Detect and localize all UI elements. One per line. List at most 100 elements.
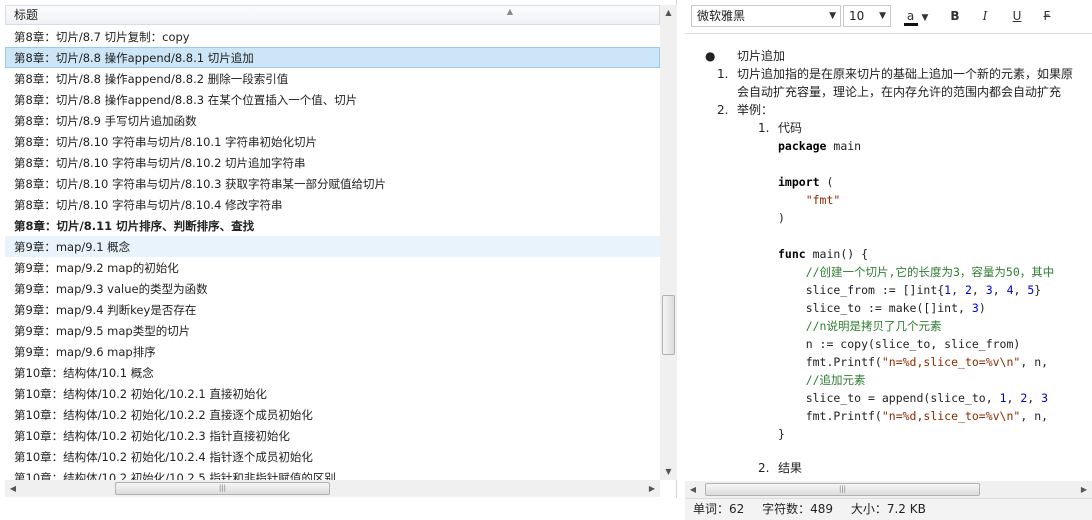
code-line: fmt.Printf("n=%d,slice_to=%v\n", n, <box>778 353 1048 371</box>
code-line: "fmt" <box>778 191 841 209</box>
paragraph-line: 会自动扩充容量，理论上，在内存允许的范围内都会自动扩充 <box>737 85 1062 99</box>
list-item[interactable]: 第10章：结构体/10.1 概念 <box>5 362 660 383</box>
outline-list: 第8章：切片/8.7 切片复制：copy 第8章：切片/8.8 操作append/… <box>5 26 660 480</box>
code-token: 3 <box>971 301 979 315</box>
list-item[interactable]: 第10章：结构体/10.2 初始化/10.2.3 指针直接初始化 <box>5 425 660 446</box>
format-toolbar: 微软雅黑 ▼ 10 ▼ a ▼ B I U F <box>685 0 1092 34</box>
list-item[interactable]: 第9章：map/9.5 map类型的切片 <box>5 320 660 341</box>
code-token: , <box>1027 391 1042 405</box>
file-size: 大小：7.2 KB <box>850 502 926 516</box>
title-column-header[interactable]: 标题 ▲ <box>5 5 660 25</box>
code-token: slice_to := make([]int, <box>778 301 972 315</box>
list-item[interactable]: 第8章：切片/8.8 操作append/8.8.1 切片追加 <box>5 47 660 68</box>
code-token: , <box>1013 283 1028 297</box>
bullet-icon: ● <box>705 49 716 63</box>
list-item-label: 代码 <box>778 121 803 135</box>
scroll-right-arrow-icon[interactable]: ▶ <box>644 480 660 497</box>
bullet-title: 切片追加 <box>737 49 786 63</box>
column-header-label: 标题 <box>14 8 39 22</box>
code-token: "n=%d,slice_to=%v\n" <box>881 409 1021 423</box>
font-family-value: 微软雅黑 <box>697 9 746 23</box>
left-footer <box>0 498 685 520</box>
list-item[interactable]: 第8章：切片/8.9 手写切片追加函数 <box>5 110 660 131</box>
scroll-left-arrow-icon[interactable]: ◀ <box>5 480 21 497</box>
list-number: 1. <box>758 121 770 135</box>
code-token: ) <box>778 211 785 225</box>
code-line: func main() { <box>778 245 868 263</box>
font-size-select[interactable]: 10 ▼ <box>843 5 891 27</box>
code-token: ( <box>819 175 834 189</box>
code-token: //创建一个切片,它的长度为3，容量为50，其中 <box>805 265 1055 279</box>
code-line: } <box>778 425 785 443</box>
list-item[interactable]: 第8章：切片/8.10 字符串与切片/8.10.1 字符串初始化切片 <box>5 131 660 152</box>
sort-ascending-icon: ▲ <box>506 7 513 16</box>
code-token: slice_to = append(slice_to, <box>778 391 1000 405</box>
code-token: , n, <box>1020 409 1049 423</box>
outline-pane: 标题 ▲ 第8章：切片/8.7 切片复制：copy 第8章：切片/8.8 操作ap… <box>0 0 677 498</box>
list-vertical-scrollbar[interactable]: ▲ ▼ <box>660 5 677 480</box>
code-token: import <box>778 175 820 189</box>
list-item[interactable]: 第9章：map/9.1 概念 <box>5 236 660 257</box>
code-token: 3 <box>1041 391 1049 405</box>
code-token: 4 <box>1006 283 1014 297</box>
code-token: 1 <box>999 391 1007 405</box>
code-token: //追加元素 <box>805 373 866 387</box>
code-token: , <box>1006 391 1021 405</box>
code-line: slice_to := make([]int, 3) <box>778 299 986 317</box>
code-line: slice_to = append(slice_to, 1, 2, 3 <box>778 389 1048 407</box>
code-token: main() { <box>805 247 869 261</box>
code-line: import ( <box>778 173 833 191</box>
list-item[interactable]: 第8章：切片/8.10 字符串与切片/8.10.3 获取字符串某一部分赋值给切片 <box>5 173 660 194</box>
font-color-icon: a <box>903 9 918 26</box>
paragraph-line: 切片追加指的是在原来切片的基础上追加一个新的元素，如果原 <box>737 67 1074 81</box>
code-token: "n=%d,slice_to=%v\n" <box>881 355 1021 369</box>
list-item[interactable]: 第9章：map/9.6 map排序 <box>5 341 660 362</box>
code-token: n := copy(slice_to, slice_from) <box>778 337 1021 351</box>
underline-button[interactable]: U <box>1005 6 1029 28</box>
code-token: , n, <box>1020 355 1049 369</box>
code-token: func <box>778 247 806 261</box>
list-item[interactable]: 第8章：切片/8.10 字符串与切片/8.10.4 修改字符串 <box>5 194 660 215</box>
list-item[interactable]: 第8章：切片/8.8 操作append/8.8.2 删除一段索引值 <box>5 68 660 89</box>
scroll-up-arrow-icon[interactable]: ▲ <box>660 5 677 21</box>
code-token: 2 <box>964 283 972 297</box>
status-bar: 单词：62 字符数：489 大小：7.2 KB <box>685 498 1092 520</box>
list-item[interactable]: 第8章：切片/8.8 操作append/8.8.3 在某个位置插入一个值、切片 <box>5 89 660 110</box>
list-item[interactable]: 第10章：结构体/10.2 初始化/10.2.1 直接初始化 <box>5 383 660 404</box>
list-item[interactable]: 第8章：切片/8.11 切片排序、判断排序、查找 <box>5 215 660 236</box>
bold-button[interactable]: B <box>943 6 967 28</box>
list-item[interactable]: 第10章：结构体/10.2 初始化/10.2.2 直接逐个成员初始化 <box>5 404 660 425</box>
italic-button[interactable]: I <box>973 6 997 28</box>
note-editor[interactable]: ● 切片追加 1. 切片追加指的是在原来切片的基础上追加一个新的元素，如果原 会… <box>685 35 1092 481</box>
editor-horizontal-scrollbar[interactable]: ◀ ||| ▶ <box>685 481 1092 498</box>
list-item[interactable]: 第8章：切片/8.10 字符串与切片/8.10.2 切片追加字符串 <box>5 152 660 173</box>
list-item[interactable]: 第10章：结构体/10.2 初始化/10.2.4 指针逐个成员初始化 <box>5 446 660 467</box>
code-token: , <box>951 283 965 297</box>
list-horizontal-scroll-thumb[interactable]: ||| <box>115 482 330 495</box>
scroll-left-arrow-icon[interactable]: ◀ <box>685 481 701 498</box>
code-line: n := copy(slice_to, slice_from) <box>778 335 1021 353</box>
list-horizontal-scrollbar[interactable]: ◀ ||| ▶ <box>5 480 660 497</box>
editor-horizontal-scroll-thumb[interactable]: ||| <box>705 483 980 496</box>
strikethrough-button[interactable]: F <box>1035 6 1059 28</box>
code-token: fmt.Printf( <box>778 355 882 369</box>
code-line: fmt.Printf("n=%d,slice_to=%v\n", n, <box>778 407 1048 425</box>
scroll-right-arrow-icon[interactable]: ▶ <box>1076 481 1092 498</box>
list-number: 2. <box>758 461 770 475</box>
code-token: , <box>971 283 986 297</box>
list-item[interactable]: 第9章：map/9.4 判断key是否存在 <box>5 299 660 320</box>
list-item[interactable]: 第8章：切片/8.7 切片复制：copy <box>5 26 660 47</box>
code-token: //n说明是拷贝了几个元素 <box>805 319 942 333</box>
list-vertical-scroll-thumb[interactable] <box>662 295 675 355</box>
list-item-label: 举例： <box>737 103 774 117</box>
font-color-button[interactable]: a ▼ <box>899 6 933 28</box>
font-size-value: 10 <box>849 9 865 23</box>
list-item[interactable]: 第10章：结构体/10.2 初始化/10.2.5 指针和非指针赋值的区别 <box>5 467 660 480</box>
font-family-select[interactable]: 微软雅黑 ▼ <box>691 5 841 27</box>
scroll-down-arrow-icon[interactable]: ▼ <box>660 464 677 480</box>
code-line: package main <box>778 137 861 155</box>
list-item[interactable]: 第9章：map/9.3 value的类型为函数 <box>5 278 660 299</box>
list-item[interactable]: 第9章：map/9.2 map的初始化 <box>5 257 660 278</box>
